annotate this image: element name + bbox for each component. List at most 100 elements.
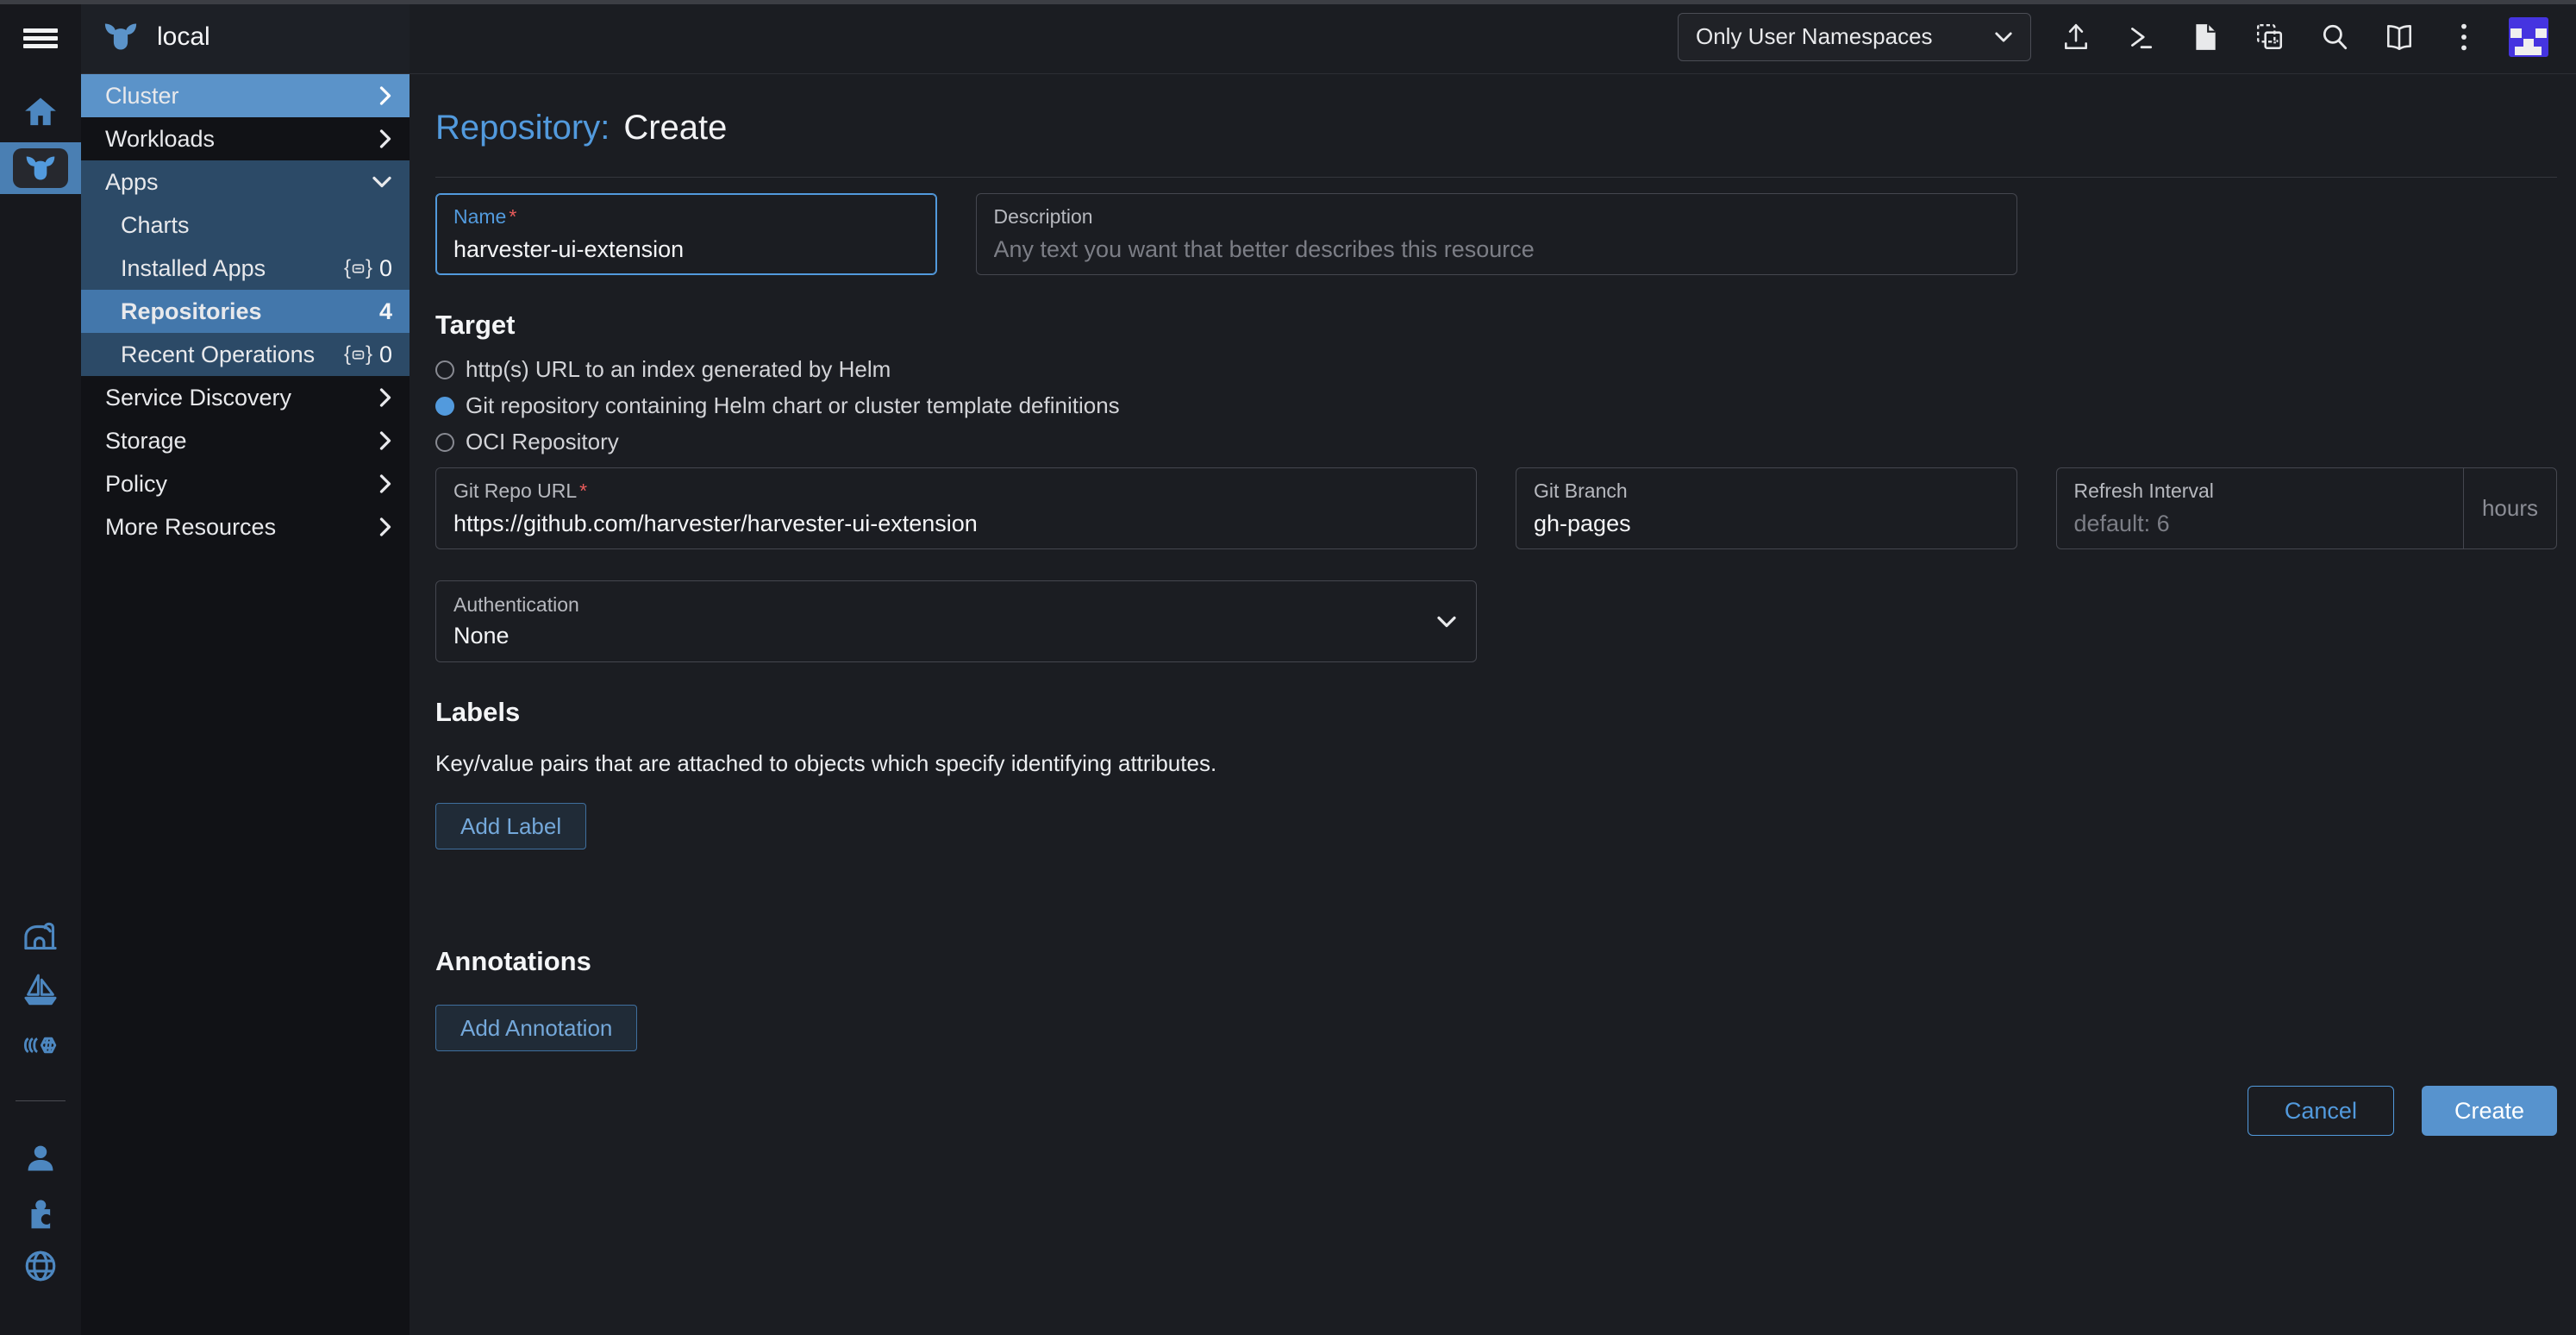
sidebar-item-more-resources[interactable]: More Resources	[81, 505, 410, 548]
page-title: Repository: Create	[435, 109, 2557, 147]
name-field-label: Name*	[453, 205, 919, 229]
count-value: 0	[379, 255, 392, 282]
git-branch-label: Git Branch	[1534, 479, 1999, 503]
git-branch-input[interactable]	[1534, 511, 1999, 537]
sidebar-item-label: Cluster	[105, 83, 179, 110]
count-badge-icon: {}	[344, 256, 372, 280]
create-button[interactable]: Create	[2422, 1086, 2557, 1136]
radio-label: http(s) URL to an index generated by Hel…	[466, 356, 891, 383]
extensions-rail-button[interactable]	[0, 1194, 81, 1232]
form-actions: Cancel Create	[435, 1086, 2557, 1136]
sidebar-item-policy[interactable]: Policy	[81, 462, 410, 505]
window-top-strip	[0, 0, 2576, 4]
overflow-menu-button[interactable]	[2445, 13, 2483, 61]
refresh-interval-label: Refresh Interval	[2074, 479, 2439, 503]
main-menu-button[interactable]	[0, 19, 81, 57]
cluster-sidebar: local Cluster Workloads Apps Charts	[81, 0, 410, 1335]
download-kubeconfig-button[interactable]	[2186, 13, 2224, 61]
hive-chevrons-icon	[22, 1026, 59, 1064]
chevron-right-icon	[378, 517, 392, 537]
sidebar-item-label: Repositories	[121, 298, 262, 325]
rail-divider	[16, 1100, 66, 1101]
user-rail-button[interactable]	[0, 1139, 81, 1177]
sidebar-item-apps[interactable]: Apps	[81, 160, 410, 204]
sidebar-item-storage[interactable]: Storage	[81, 419, 410, 462]
authentication-value: None	[453, 623, 1459, 649]
namespace-filter-dropdown[interactable]: Only User Namespaces	[1678, 13, 2031, 61]
title-divider	[435, 177, 2557, 178]
sidebar-item-charts[interactable]: Charts	[81, 204, 410, 247]
home-icon	[22, 93, 59, 131]
page-title-resource: Repository:	[435, 109, 610, 147]
target-options: http(s) URL to an index generated by Hel…	[435, 356, 2557, 455]
kubectl-shell-button[interactable]	[2122, 13, 2160, 61]
radio-selected-icon	[435, 397, 454, 416]
authentication-row: Authentication None	[435, 580, 2557, 662]
import-yaml-button[interactable]	[2057, 13, 2095, 61]
search-icon	[2320, 22, 2349, 52]
git-repo-url-input[interactable]	[453, 511, 1459, 537]
radio-http-index[interactable]: http(s) URL to an index generated by Hel…	[435, 356, 2557, 383]
fleet-sailboat-icon	[22, 972, 59, 1008]
count-badge-icon: {}	[344, 342, 372, 367]
name-field: Name*	[435, 193, 937, 275]
radio-unselected-icon	[435, 433, 454, 452]
namespace-filter-value: Only User Namespaces	[1696, 23, 1933, 50]
kebab-menu-icon	[2460, 22, 2468, 53]
authentication-label: Authentication	[453, 593, 1459, 617]
docs-book-icon	[2384, 22, 2415, 52]
sidebar-item-workloads[interactable]: Workloads	[81, 117, 410, 160]
git-repo-url-field: Git Repo URL*	[435, 467, 1477, 549]
description-input[interactable]	[994, 236, 1999, 263]
count-value: 0	[379, 342, 392, 368]
git-row: Git Repo URL* Git Branch Refresh Interva…	[435, 467, 2557, 549]
fleet-shortcut-button[interactable]	[0, 971, 81, 1009]
extensions-puzzle-icon	[22, 1194, 59, 1231]
item-count: {} 0	[344, 255, 392, 282]
sidebar-item-service-discovery[interactable]: Service Discovery	[81, 376, 410, 419]
sidebar-item-label: Installed Apps	[121, 255, 266, 282]
refresh-interval-field: Refresh Interval hours	[2056, 467, 2558, 549]
chevron-right-icon	[378, 128, 392, 149]
cluster-explorer-button[interactable]	[0, 142, 81, 194]
description-field: Description	[976, 193, 2017, 275]
sidebar-item-repositories[interactable]: Repositories 4	[81, 290, 410, 333]
harvester-barn-icon	[22, 918, 59, 954]
name-input[interactable]	[453, 236, 919, 263]
refresh-interval-unit: hours	[2463, 468, 2556, 548]
menu-icon	[23, 25, 58, 52]
search-button[interactable]	[2316, 13, 2354, 61]
docs-button[interactable]	[2380, 13, 2418, 61]
git-branch-field: Git Branch	[1516, 467, 2017, 549]
radio-git-repository[interactable]: Git repository containing Helm chart or …	[435, 392, 2557, 419]
chevron-down-icon	[1436, 615, 1457, 628]
steer-cluster-icon	[13, 148, 68, 188]
sidebar-item-label: Apps	[105, 169, 159, 196]
user-icon	[22, 1140, 59, 1176]
home-button[interactable]	[0, 91, 81, 133]
authentication-select[interactable]: Authentication None	[435, 580, 1477, 662]
radio-oci-repository[interactable]: OCI Repository	[435, 429, 2557, 455]
chevron-down-icon	[1994, 31, 2013, 43]
refresh-interval-input[interactable]	[2074, 511, 2439, 537]
name-description-row: Name* Description	[435, 193, 2557, 275]
add-annotation-button[interactable]: Add Annotation	[435, 1005, 637, 1051]
target-heading: Target	[435, 310, 2557, 341]
import-yaml-upload-icon	[2061, 22, 2091, 52]
icon-rail	[0, 0, 81, 1335]
labels-heading: Labels	[435, 697, 2557, 728]
required-star: *	[579, 479, 587, 502]
copy-kubeconfig-button[interactable]	[2251, 13, 2289, 61]
sidebar-item-cluster[interactable]: Cluster	[81, 74, 410, 117]
cancel-button[interactable]: Cancel	[2248, 1086, 2394, 1136]
add-label-button[interactable]: Add Label	[435, 803, 586, 849]
labels-description: Key/value pairs that are attached to obj…	[435, 750, 2557, 777]
sidebar-item-installed-apps[interactable]: Installed Apps {} 0	[81, 247, 410, 290]
sidebar-item-recent-operations[interactable]: Recent Operations {} 0	[81, 333, 410, 376]
harvester-shortcut-button[interactable]	[0, 917, 81, 955]
global-settings-rail-button[interactable]	[0, 1247, 81, 1285]
user-avatar[interactable]	[2509, 17, 2548, 57]
chevron-right-icon	[378, 387, 392, 408]
page-title-action: Create	[623, 109, 727, 147]
hive-shortcut-button[interactable]	[0, 1026, 81, 1064]
